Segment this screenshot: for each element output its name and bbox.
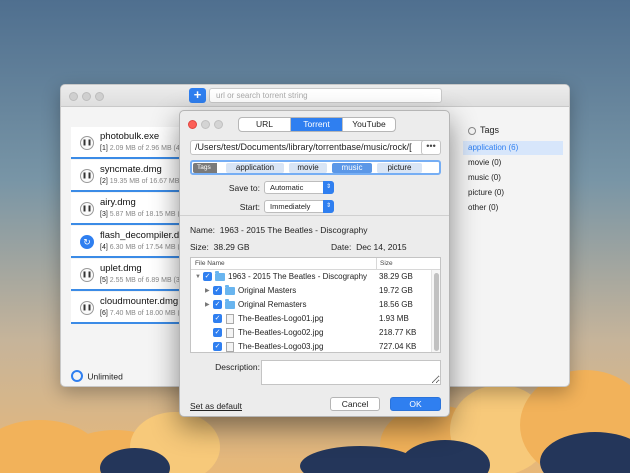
download-item[interactable]: ❚❚ uplet.dmg [5] 2.55 MB of 6.89 MB (37.… [71, 259, 198, 291]
torrent-date: Date: Dec 14, 2015 [331, 242, 407, 252]
checkbox-checked-icon[interactable]: ✓ [203, 272, 212, 281]
folder-icon [225, 285, 235, 295]
source-tabs: URL Torrent YouTube [238, 117, 396, 132]
file-table: File Name Size ▼ ✓ 1963 - 2015 The Beatl… [190, 257, 441, 353]
tag-filter-picture[interactable]: picture (0) [463, 186, 563, 200]
tags-panel: Tags application (6) movie (0) music (0)… [463, 125, 563, 216]
disclosure-closed-icon[interactable]: ▶ [205, 284, 210, 298]
search-input[interactable]: url or search torrent string [209, 88, 442, 103]
checkbox-checked-icon[interactable]: ✓ [213, 300, 222, 309]
pause-icon[interactable]: ❚❚ [80, 202, 94, 216]
tab-youtube[interactable]: YouTube [343, 118, 395, 131]
add-torrent-dialog: URL Torrent YouTube /Users/test/Document… [179, 110, 450, 417]
download-item[interactable]: ❚❚ airy.dmg [3] 5.87 MB of 18.15 MB (38.… [71, 193, 202, 225]
add-torrent-button[interactable]: + [189, 88, 206, 103]
folder-icon [215, 271, 225, 281]
file-table-scrollbar[interactable] [431, 270, 440, 352]
window-close-button[interactable] [69, 92, 78, 101]
speed-limit-control[interactable]: Unlimited [71, 370, 123, 383]
disclosure-closed-icon[interactable]: ▶ [205, 298, 210, 312]
download-item[interactable]: ❚❚ photobulk.exe [1] 2.09 MB of 2.96 MB … [71, 127, 198, 159]
start-label: Start: [239, 202, 260, 212]
download-item[interactable]: ↻ flash_decompiler.dmg [4] 6.30 MB of 17… [71, 226, 202, 258]
checkbox-checked-icon[interactable]: ✓ [213, 342, 222, 351]
checkbox-checked-icon[interactable]: ✓ [213, 314, 222, 323]
ok-button[interactable]: OK [390, 397, 441, 411]
table-row[interactable]: ✓ The-Beatles-Logo02.jpg 218.77 KB [191, 326, 440, 340]
table-row[interactable]: ▶ ✓ Original Masters 19.72 GB [191, 284, 440, 298]
plus-icon: + [193, 87, 202, 102]
column-size[interactable]: Size [376, 258, 393, 270]
torrent-path-field[interactable]: /Users/test/Documents/library/torrentbas… [190, 140, 430, 155]
tag-filter-application[interactable]: application (6) [463, 141, 563, 155]
tag-chip-picture[interactable]: picture [377, 163, 422, 173]
tag-filter-music[interactable]: music (0) [463, 171, 563, 185]
table-row[interactable]: ▶ ✓ Original Remasters 18.56 GB [191, 298, 440, 312]
start-select[interactable]: Immediately ⇕ [264, 200, 334, 213]
dialog-zoom-button[interactable] [214, 120, 223, 129]
tag-filter-movie[interactable]: movie (0) [463, 156, 563, 170]
column-file-name[interactable]: File Name [195, 258, 225, 270]
pause-icon[interactable]: ❚❚ [80, 136, 94, 150]
download-item[interactable]: ❚❚ syncmate.dmg [2] 19.35 MB of 16.67 MB… [71, 160, 206, 192]
set-as-default-link[interactable]: Set as default [190, 401, 242, 411]
table-row[interactable]: ✓ The-Beatles-Logo03.jpg 727.04 KB [191, 340, 440, 352]
browse-button[interactable]: ••• [421, 140, 441, 155]
divider [180, 215, 449, 216]
tags-field[interactable]: Tags application movie music picture [190, 160, 441, 175]
disclosure-open-icon[interactable]: ▼ [195, 270, 201, 284]
window-zoom-button[interactable] [95, 92, 104, 101]
folder-icon [225, 299, 235, 309]
save-to-label: Save to: [228, 183, 260, 193]
speedometer-icon [71, 370, 83, 382]
refresh-icon[interactable]: ↻ [80, 235, 94, 249]
speed-limit-label: Unlimited [87, 371, 123, 382]
tag-filter-other[interactable]: other (0) [463, 201, 563, 215]
tags-field-label: Tags [193, 163, 217, 173]
torrent-size: Size: 38.29 GB [190, 242, 250, 252]
tag-chip-music[interactable]: music [332, 163, 372, 173]
scrollbar-thumb[interactable] [434, 273, 439, 351]
checkbox-checked-icon[interactable]: ✓ [213, 286, 222, 295]
checkbox-checked-icon[interactable]: ✓ [213, 328, 222, 337]
tag-chip-application[interactable]: application [226, 163, 284, 173]
dialog-close-button[interactable] [188, 120, 197, 129]
dialog-minimize-button[interactable] [201, 120, 210, 129]
tag-chip-movie[interactable]: movie [289, 163, 327, 173]
tab-url[interactable]: URL [239, 118, 291, 131]
file-table-header: File Name Size [191, 258, 440, 270]
pause-icon[interactable]: ❚❚ [80, 301, 94, 315]
torrent-name: Name: 1963 - 2015 The Beatles - Discogra… [190, 225, 368, 235]
tags-circle-icon [468, 126, 476, 135]
cancel-button[interactable]: Cancel [330, 397, 380, 411]
description-label: Description: [215, 362, 260, 372]
save-to-select[interactable]: Automatic ⇕ [264, 181, 334, 194]
image-file-icon [226, 314, 234, 324]
image-file-icon [226, 328, 234, 338]
pause-icon[interactable]: ❚❚ [80, 268, 94, 282]
table-row[interactable]: ▼ ✓ 1963 - 2015 The Beatles - Discograph… [191, 270, 440, 284]
pause-icon[interactable]: ❚❚ [80, 169, 94, 183]
downloads-list: ❚❚ photobulk.exe [1] 2.09 MB of 2.96 MB … [71, 127, 206, 325]
download-item[interactable]: ❚❚ cloudmounter.dmg [6] 7.40 MB of 18.00… [71, 292, 202, 324]
select-arrows-icon: ⇕ [323, 200, 334, 213]
tab-torrent[interactable]: Torrent [291, 118, 343, 131]
image-file-icon [226, 342, 234, 352]
main-titlebar: + url or search torrent string [61, 85, 569, 107]
description-input[interactable] [261, 360, 441, 385]
table-row[interactable]: ✓ The-Beatles-Logo01.jpg 1.93 MB [191, 312, 440, 326]
select-arrows-icon: ⇕ [323, 181, 334, 194]
window-minimize-button[interactable] [82, 92, 91, 101]
tags-title: Tags [480, 125, 500, 135]
